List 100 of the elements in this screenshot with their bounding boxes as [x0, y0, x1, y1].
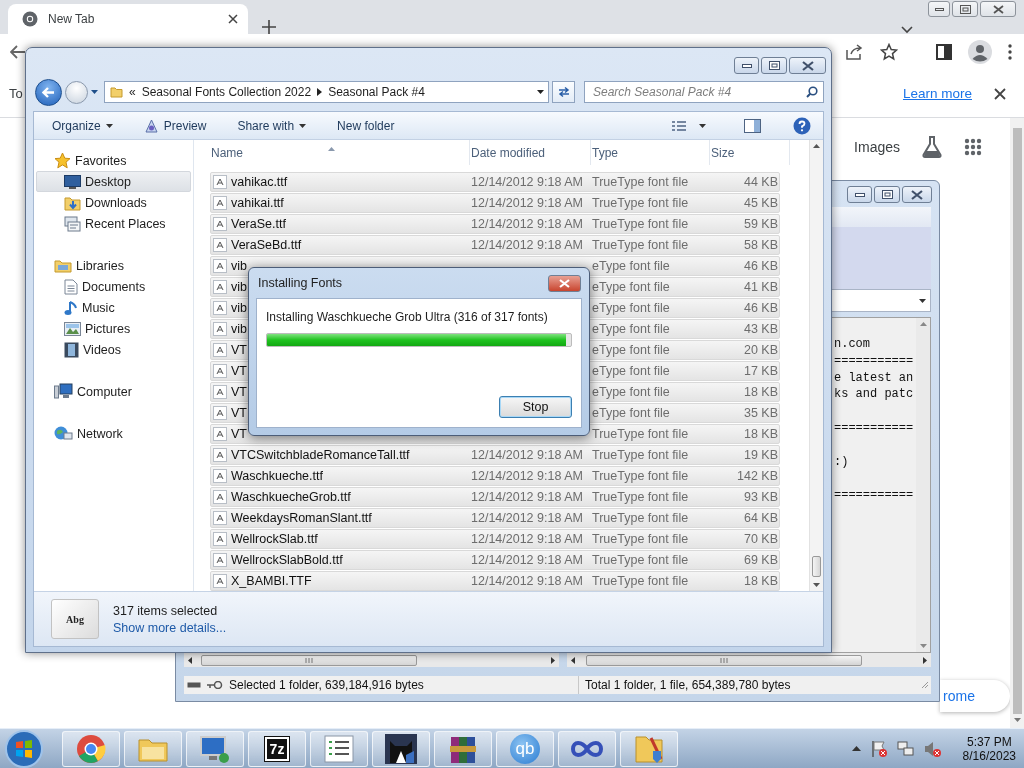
resize-grip-icon	[921, 681, 929, 689]
nav-item[interactable]: Desktop	[36, 171, 191, 192]
flag-icon[interactable]	[869, 739, 888, 758]
close-button[interactable]	[548, 274, 581, 292]
learn-more-link[interactable]: Learn more	[902, 86, 972, 101]
column-header[interactable]: Name	[210, 140, 470, 165]
maximize-button[interactable]	[952, 1, 978, 17]
nav-item[interactable]: Computer	[36, 381, 191, 402]
file-row[interactable]: WellrockSlab.ttf 12/14/2012 9:18 AM TrueType font file 70 KB	[210, 529, 780, 549]
infinity-icon	[570, 738, 604, 759]
file-name: vahikac.ttf	[231, 175, 288, 189]
more-menu-icon[interactable]	[1008, 44, 1012, 60]
toolbar-button[interactable]: Organize	[51, 114, 114, 137]
chevron-down-icon[interactable]	[901, 26, 913, 34]
file-row[interactable]: Waschkueche.ttf 12/14/2012 9:18 AM TrueType font file 142 KB	[210, 466, 780, 486]
network-icon[interactable]	[896, 739, 915, 758]
nav-item[interactable]: Libraries	[36, 255, 191, 276]
caret-icon	[299, 123, 307, 128]
speaker-muted-icon[interactable]	[923, 739, 942, 758]
stop-button[interactable]: Stop	[499, 396, 572, 418]
refresh-button[interactable]	[552, 81, 575, 104]
monitor-icon	[64, 174, 81, 189]
file-row[interactable]: VTCSwitchbladeRomanceTall.ttf 12/14/2012 9:18 AM TrueType font file 19 KB	[210, 445, 780, 465]
taskbar-button[interactable]	[372, 730, 430, 767]
nav-item[interactable]: Network	[36, 423, 191, 444]
scrollbar[interactable]	[1010, 118, 1024, 728]
taskbar-button[interactable]	[558, 730, 616, 767]
file-row[interactable]: WeekdaysRomanSlant.ttf 12/14/2012 9:18 AM TrueType font file 64 KB	[210, 508, 780, 528]
nav-item[interactable]: Pictures	[36, 318, 191, 339]
minimize-button[interactable]	[734, 57, 759, 74]
taskbar-button[interactable]: 7z	[248, 730, 306, 767]
address-bar[interactable]: « Seasonal Fonts Collection 2022 Seasonal Pack #4	[104, 81, 549, 104]
maximize-button[interactable]	[874, 186, 900, 203]
nav-item[interactable]: Favorites	[36, 150, 191, 171]
browser-tab[interactable]: New Tab	[8, 4, 248, 34]
list-icon	[324, 734, 354, 763]
nav-item[interactable]: Videos	[36, 339, 191, 360]
taskbar-button[interactable]	[434, 730, 492, 767]
file-size: 20 KB	[742, 343, 779, 357]
vertical-scrollbar[interactable]	[916, 318, 930, 652]
start-orb-icon[interactable]	[4, 729, 44, 768]
file-row[interactable]: VeraSe.ttf 12/14/2012 9:18 AM TrueType font file 59 KB	[210, 214, 780, 234]
text-line: ===========	[834, 487, 914, 504]
scroll-thumb[interactable]	[812, 556, 821, 577]
side-panel-icon[interactable]	[936, 44, 952, 60]
close-button[interactable]	[902, 186, 932, 203]
help-icon[interactable]	[793, 116, 811, 135]
file-row[interactable]: WaschkuecheGrob.ttf 12/14/2012 9:18 AM TrueType font file 93 KB	[210, 487, 780, 507]
show-details-link[interactable]: Show more details...	[113, 620, 227, 635]
column-header[interactable]: Date modified	[470, 140, 591, 165]
images-link[interactable]: Images	[854, 139, 900, 155]
file-row[interactable]: vahikac.ttf 12/14/2012 9:18 AM TrueType font file 44 KB	[210, 172, 780, 192]
chevron-up-icon[interactable]	[851, 746, 861, 751]
file-row[interactable]: X_BAMBI.TTF 12/14/2012 9:18 AM TrueType font file 18 KB	[210, 571, 780, 591]
nav-item[interactable]: Music	[36, 297, 191, 318]
column-header[interactable]: Type	[591, 140, 710, 165]
file-row[interactable]: WellrockSlabBold.ttf 12/14/2012 9:18 AM TrueType font file 69 KB	[210, 550, 780, 570]
file-name: Waschkueche.ttf	[231, 469, 323, 483]
plus-icon[interactable]	[262, 20, 276, 34]
star-icon[interactable]	[880, 43, 898, 61]
column-header[interactable]: Size	[710, 140, 790, 165]
back-button[interactable]	[35, 78, 62, 106]
file-row[interactable]: VeraSeBd.ttf 12/14/2012 9:18 AM TrueType font file 58 KB	[210, 235, 780, 255]
toolbar-button[interactable]: Preview	[142, 114, 208, 137]
scroll-thumb[interactable]	[1012, 128, 1022, 714]
breadcrumb-overflow[interactable]: «	[129, 85, 136, 100]
vertical-scrollbar[interactable]	[809, 140, 823, 591]
file-type: TrueType font file	[592, 175, 690, 189]
close-button[interactable]	[980, 1, 1016, 17]
search-field[interactable]: Search Seasonal Pack #4	[584, 81, 824, 104]
breadcrumb-item[interactable]: Seasonal Fonts Collection 2022	[141, 85, 312, 100]
font-file-icon	[213, 553, 227, 567]
minimize-button[interactable]	[847, 186, 872, 203]
horizontal-scrollbar[interactable]	[184, 653, 559, 667]
nav-item[interactable]: Recent Places	[36, 213, 191, 234]
back-arrow-icon[interactable]	[10, 45, 26, 59]
nav-item[interactable]: Documents	[36, 276, 191, 297]
view-options-icon[interactable]	[671, 119, 687, 132]
grip-icon	[720, 657, 728, 663]
toolbar-button[interactable]: New folder	[336, 114, 396, 137]
taskbar-button[interactable]	[310, 730, 368, 767]
breadcrumb-item[interactable]: Seasonal Pack #4	[328, 85, 425, 100]
round-logo-icon	[76, 733, 106, 764]
close-icon[interactable]	[228, 14, 238, 24]
close-button[interactable]	[789, 57, 826, 74]
minimize-icon	[741, 63, 752, 68]
promo-pill[interactable]: rome	[940, 680, 1010, 712]
maximize-button[interactable]	[761, 57, 787, 74]
avatar-icon[interactable]	[968, 40, 992, 64]
minimize-button[interactable]	[928, 1, 950, 17]
flask-icon[interactable]	[922, 136, 942, 158]
nav-item[interactable]: Downloads	[36, 192, 191, 213]
file-name: VTCSwitchbladeRomanceTall.ttf	[231, 448, 410, 462]
horizontal-scrollbar[interactable]	[567, 653, 931, 667]
toolbar-button[interactable]: Share with	[236, 114, 308, 137]
preview-pane-icon[interactable]	[744, 118, 761, 133]
close-icon[interactable]	[994, 87, 1006, 100]
apps-grid-icon[interactable]	[964, 138, 982, 156]
share-icon[interactable]	[846, 44, 864, 60]
file-row[interactable]: vahikai.ttf 12/14/2012 9:18 AM TrueType font file 45 KB	[210, 193, 780, 213]
